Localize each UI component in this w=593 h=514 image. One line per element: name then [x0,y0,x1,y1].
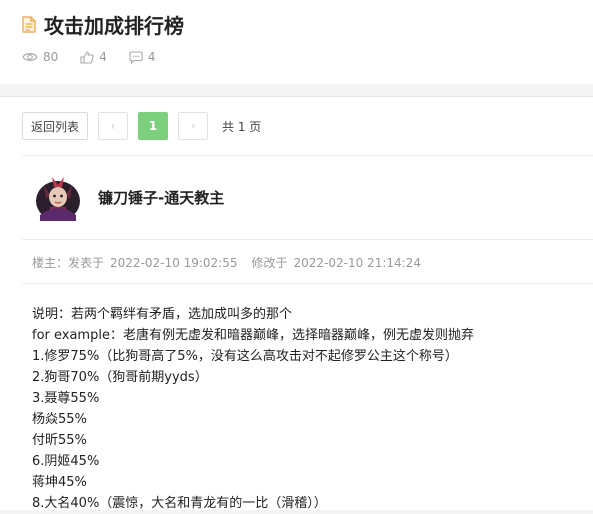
post-line: 2.狗哥70%（狗哥前期yyds） [32,370,208,385]
current-page-button[interactable]: 1 [138,112,169,140]
thumbs-up-icon [80,50,94,64]
posted-prefix: 发表于 [68,256,105,270]
next-page-button[interactable]: › [178,112,209,140]
avatar[interactable] [32,171,84,223]
eye-icon [22,53,38,61]
post-line: 8.大名40%（震惊，大名和青龙有的一比（滑稽）） [32,496,327,511]
author-name[interactable]: 镰刀锤子-通天教主 [98,187,224,208]
post-line: for example：老唐有例无虚发和暗器巅峰，选择暗器巅峰，例无虚发则抛弃 [32,328,474,343]
back-to-list-button[interactable]: 返回列表 [22,112,89,140]
views-stat: 80 [22,50,58,64]
post-line: 付昕55% [32,433,87,448]
post-line: 说明：若两个羁绊有矛盾，选加成叫多的那个 [32,307,293,322]
post-line: 6.阴姬45% [32,454,100,469]
modified-prefix: 修改于 [251,256,288,270]
post-meta: 楼主：发表于 2022-02-10 19:02:55 修改于 2022-02-10 2… [32,254,427,271]
likes-count: 4 [99,50,107,64]
post-content-panel: 返回列表 ‹ 1 › 共 1 页 镰刀锤子-通天教主 楼主：发表于 2022-02… [0,96,593,511]
likes-stat[interactable]: 4 [80,50,107,64]
thread-stats: 80 4 4 [22,50,178,64]
document-icon [22,15,36,33]
divider [22,283,593,284]
comment-icon [129,50,143,64]
divider [22,239,593,240]
post-line: 杨焱55% [32,412,87,427]
modified-time: 2022-02-10 21:14:24 [293,256,421,270]
post-line: 3.聂尊55% [32,391,100,406]
views-count: 80 [43,50,59,64]
comments-count: 4 [147,50,156,64]
page-title: 攻击加成排行榜 [44,13,184,38]
pagination: 返回列表 ‹ 1 › 共 1 页 [22,112,261,140]
post-body: 说明：若两个羁绊有矛盾，选加成叫多的那个 for example：老唐有例无虚发… [32,304,474,514]
comments-stat[interactable]: 4 [129,50,156,64]
post-line: 蒋坤45% [32,475,87,490]
divider [22,155,593,156]
floor-label: 楼主： [32,256,69,270]
thread-header: 攻击加成排行榜 80 4 4 [0,0,593,84]
title-row: 攻击加成排行榜 [22,10,184,38]
prev-page-button[interactable]: ‹ [98,112,129,140]
author-block: 镰刀锤子-通天教主 [32,171,224,223]
posted-time: 2022-02-10 19:02:55 [110,256,238,270]
total-pages-label: 共 1 页 [222,119,262,134]
post-line: 1.修罗75%（比狗哥高了5%，没有这么高攻击对不起修罗公主这个称号） [32,349,458,364]
